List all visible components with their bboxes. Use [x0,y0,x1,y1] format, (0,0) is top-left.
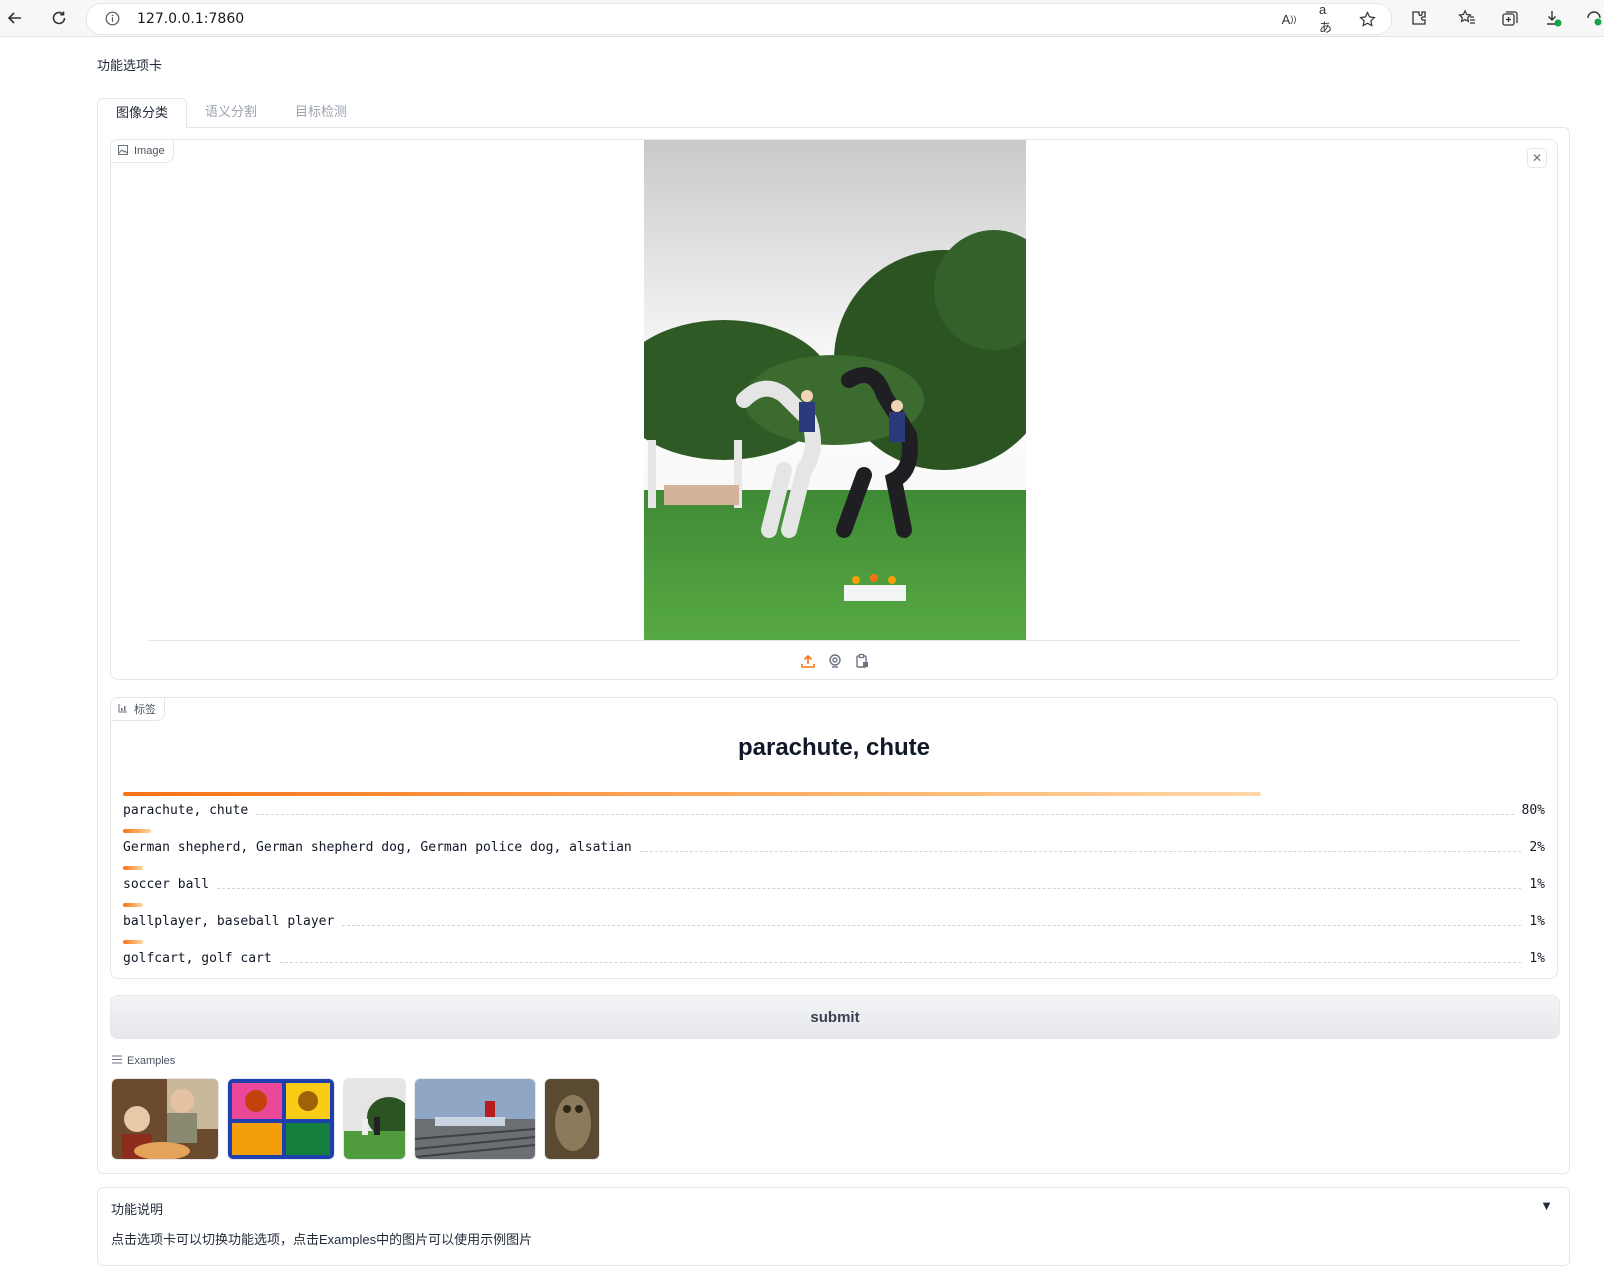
image-input-block: Image ✕ [110,139,1558,680]
image-label: Image [111,140,174,163]
list-icon [112,1055,122,1067]
confidence-percent: 2% [1529,839,1545,855]
leader-dots [217,887,1522,889]
translate-icon[interactable]: aあ [1319,2,1337,35]
extensions-icon[interactable] [1409,8,1429,28]
image-icon [118,144,128,158]
examples-label-text: Examples [127,1055,176,1067]
refresh-icon[interactable] [45,4,73,32]
confidence-percent: 80% [1521,802,1545,818]
examples-label: Examples [112,1055,175,1067]
webcam-icon[interactable] [826,652,843,669]
example-thumbnail-bento-box[interactable] [227,1078,335,1160]
confidence-bar [123,940,143,944]
collections-icon[interactable] [1500,8,1520,28]
app-title: 功能选项卡 [97,58,163,73]
browser-toolbar: 127.0.0.1:7860 A)) aあ [0,0,1604,37]
confidence-bar [123,792,1261,796]
confidence-label: parachute, chute [123,802,249,818]
uploaded-image[interactable] [644,140,1026,640]
clear-image-button[interactable]: ✕ [1527,148,1547,168]
confidence-row[interactable]: parachute, chute 80% [123,792,1545,829]
back-icon[interactable] [1,4,29,32]
address-bar[interactable]: 127.0.0.1:7860 A)) aあ [86,2,1392,35]
example-thumbnail-horses[interactable] [343,1078,406,1160]
accordion-body: 点击选项卡可以切换功能选项，点击Examples中的图片可以使用示例图片 [111,1232,533,1247]
label-output-label: 标签 [111,698,165,721]
tab-semantic-segmentation[interactable]: 语义分割 [187,98,275,127]
image-source-buttons [799,652,870,669]
accordion-title[interactable]: 功能说明 [111,1199,163,1218]
submit-button[interactable]: submit [110,995,1560,1039]
label-output-block: 标签 parachute, chute parachute, chute 80%… [110,697,1558,979]
url-text[interactable]: 127.0.0.1:7860 [137,11,244,27]
tab-image-classification[interactable]: 图像分类 [97,98,187,129]
bar-chart-icon [118,703,128,716]
image-label-text: Image [134,145,165,157]
confidence-list: parachute, chute 80% German shepherd, Ge… [123,792,1545,977]
confidence-bar [123,866,143,870]
confidence-row[interactable]: golfcart, golf cart 1% [123,940,1545,977]
clipboard-icon[interactable] [853,652,870,669]
confidence-bar [123,903,143,907]
top-prediction: parachute, chute [737,734,931,761]
example-thumbnail-family-meal[interactable] [111,1078,219,1160]
confidence-row[interactable]: German shepherd, German shepherd dog, Ge… [123,829,1545,866]
confidence-percent: 1% [1529,913,1545,929]
leader-dots [342,924,1522,926]
example-thumbnail-train[interactable] [414,1078,536,1160]
tab-object-detection[interactable]: 目标检测 [277,98,365,127]
site-info-icon[interactable] [105,11,120,26]
downloads-icon[interactable] [1543,8,1563,28]
example-thumbnail-owl[interactable] [544,1078,600,1160]
upload-icon[interactable] [799,652,816,669]
confidence-label: soccer ball [123,876,210,892]
confidence-percent: 1% [1529,950,1545,966]
leader-dots [279,961,1522,963]
confidence-label: German shepherd, German shepherd dog, Ge… [123,839,632,855]
confidence-percent: 1% [1529,876,1545,892]
label-output-label-text: 标签 [134,704,156,716]
image-divider [148,640,1521,641]
confidence-row[interactable]: soccer ball 1% [123,866,1545,903]
read-aloud-icon[interactable]: A)) [1280,10,1298,28]
confidence-label: ballplayer, baseball player [123,913,335,929]
favorites-icon[interactable] [1457,8,1477,28]
copilot-icon[interactable] [1584,8,1604,28]
confidence-label: golfcart, golf cart [123,950,272,966]
favorite-star-icon[interactable] [1358,10,1376,28]
confidence-bar [123,829,151,833]
description-accordion[interactable]: 功能说明 ▼ 点击选项卡可以切换功能选项，点击Examples中的图片可以使用示… [97,1187,1570,1266]
leader-dots [639,850,1522,852]
collapse-arrow-icon[interactable]: ▼ [1540,1198,1553,1213]
confidence-row[interactable]: ballplayer, baseball player 1% [123,903,1545,940]
leader-dots [256,813,1514,815]
